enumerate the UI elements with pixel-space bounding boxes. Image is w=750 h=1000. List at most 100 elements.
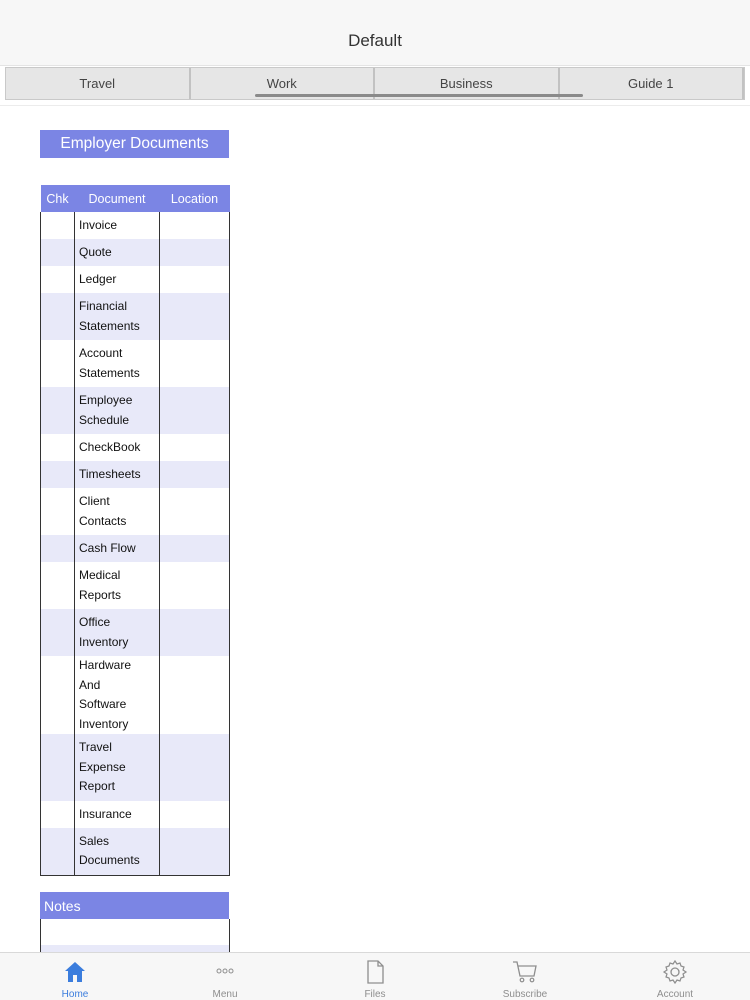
row-checkbox-cell[interactable] — [40, 562, 75, 609]
row-checkbox-cell[interactable] — [40, 293, 75, 340]
column-header-chk: Chk — [40, 185, 75, 212]
document-name: Employee Schedule — [79, 393, 133, 427]
row-checkbox-cell[interactable] — [40, 656, 75, 734]
location-cell[interactable] — [159, 293, 230, 340]
document-cell: Cash Flow — [74, 535, 160, 562]
table-row: Client Contacts — [40, 488, 230, 535]
row-checkbox-cell[interactable] — [40, 535, 75, 562]
document-cell: Travel Expense Report — [74, 734, 160, 801]
table-body: Invoice Quote Ledger Financial Statements Ac… — [40, 212, 230, 876]
document-cell: Financial Statements — [74, 293, 160, 340]
document-name: Client Contacts — [79, 494, 127, 528]
table-row: CheckBook — [40, 434, 230, 461]
more-dots-icon — [211, 958, 239, 986]
row-checkbox-cell[interactable] — [40, 212, 75, 239]
location-cell[interactable] — [159, 828, 230, 876]
home-icon — [61, 958, 89, 986]
row-checkbox-cell[interactable] — [40, 340, 75, 387]
location-cell[interactable] — [159, 212, 230, 239]
tab-scroll-indicator — [255, 94, 583, 97]
nav-files[interactable]: Files — [300, 953, 450, 1000]
document-name: Quote — [79, 244, 112, 259]
location-cell[interactable] — [159, 609, 230, 656]
tab-travel[interactable]: Travel — [6, 68, 191, 99]
location-cell[interactable] — [159, 734, 230, 801]
location-cell[interactable] — [159, 266, 230, 293]
table-row: Travel Expense Report — [40, 734, 230, 801]
document-cell: Office Inventory — [74, 609, 160, 656]
notes-area[interactable] — [40, 919, 230, 953]
document-name: Office Inventory — [79, 615, 129, 649]
location-cell[interactable] — [159, 488, 230, 535]
row-checkbox-cell[interactable] — [40, 828, 75, 876]
document-cell: Employee Schedule — [74, 387, 160, 434]
table-row: Invoice — [40, 212, 230, 239]
row-checkbox-cell[interactable] — [40, 488, 75, 535]
nav-subscribe[interactable]: Subscribe — [450, 953, 600, 1000]
document-cell: Medical Reports — [74, 562, 160, 609]
row-checkbox-cell[interactable] — [40, 461, 75, 488]
file-icon — [361, 958, 389, 986]
document-name: Account Statements — [79, 346, 140, 380]
column-header-document: Document — [74, 185, 160, 212]
location-cell[interactable] — [159, 535, 230, 562]
navigation-bar: Default — [0, 0, 750, 66]
location-cell[interactable] — [159, 461, 230, 488]
document-cell: Client Contacts — [74, 488, 160, 535]
row-checkbox-cell[interactable] — [40, 609, 75, 656]
table-row: Sales Documents — [40, 828, 230, 876]
tab-guide-1[interactable]: Guide 1 — [560, 68, 744, 99]
section-title-notes: Notes — [40, 892, 229, 919]
document-cell: Ledger — [74, 266, 160, 293]
nav-subscribe-label: Subscribe — [502, 989, 548, 1000]
row-checkbox-cell[interactable] — [40, 734, 75, 801]
page-title: Default — [348, 31, 402, 50]
table-row: Insurance — [40, 801, 230, 828]
row-checkbox-cell[interactable] — [40, 266, 75, 293]
column-header-location: Location — [159, 185, 230, 212]
documents-table: Chk Document Location Invoice Quote Ledger… — [40, 185, 230, 876]
row-checkbox-cell[interactable] — [40, 434, 75, 461]
nav-files-label: Files — [364, 989, 386, 1000]
table-header-row: Chk Document Location — [40, 185, 230, 212]
document-name: Ledger — [79, 271, 117, 286]
document-cell: Quote — [74, 239, 160, 266]
nav-menu-label: Menu — [212, 989, 238, 1000]
nav-home[interactable]: Home — [0, 953, 150, 1000]
document-cell: Sales Documents — [74, 828, 160, 876]
location-cell[interactable] — [159, 801, 230, 828]
location-cell[interactable] — [159, 434, 230, 461]
nav-menu[interactable]: Menu — [150, 953, 300, 1000]
table-row: Account Statements — [40, 340, 230, 387]
location-cell[interactable] — [159, 656, 230, 734]
location-cell[interactable] — [159, 387, 230, 434]
divider — [0, 105, 750, 106]
table-row: Timesheets — [40, 461, 230, 488]
document-name: Hardware And Software Inventory — [79, 658, 132, 731]
document-name: Sales Documents — [79, 833, 140, 868]
row-checkbox-cell[interactable] — [40, 801, 75, 828]
row-checkbox-cell[interactable] — [40, 239, 75, 266]
location-cell[interactable] — [159, 239, 230, 266]
document-name: Insurance — [79, 806, 132, 821]
table-row: Hardware And Software Inventory — [40, 656, 230, 734]
table-row: Ledger — [40, 266, 230, 293]
document-name: Financial Statements — [79, 299, 140, 333]
nav-account-label: Account — [656, 989, 694, 1000]
section-title-employer-documents: Employer Documents — [40, 130, 229, 158]
cart-icon — [511, 958, 539, 986]
document-name: Invoice — [79, 217, 118, 232]
location-cell[interactable] — [159, 562, 230, 609]
document-cell: Invoice — [74, 212, 160, 239]
table-row: Cash Flow — [40, 535, 230, 562]
location-cell[interactable] — [159, 340, 230, 387]
nav-account[interactable]: Account — [600, 953, 750, 1000]
row-checkbox-cell[interactable] — [40, 387, 75, 434]
document-cell: Hardware And Software Inventory — [74, 656, 160, 734]
table-row: Quote — [40, 239, 230, 266]
document-cell: Timesheets — [74, 461, 160, 488]
document-cell: CheckBook — [74, 434, 160, 461]
table-row: Financial Statements — [40, 293, 230, 340]
bottom-tab-bar: Home Menu Files Subscribe Account — [0, 952, 750, 1000]
document-name: Medical Reports — [79, 568, 122, 602]
